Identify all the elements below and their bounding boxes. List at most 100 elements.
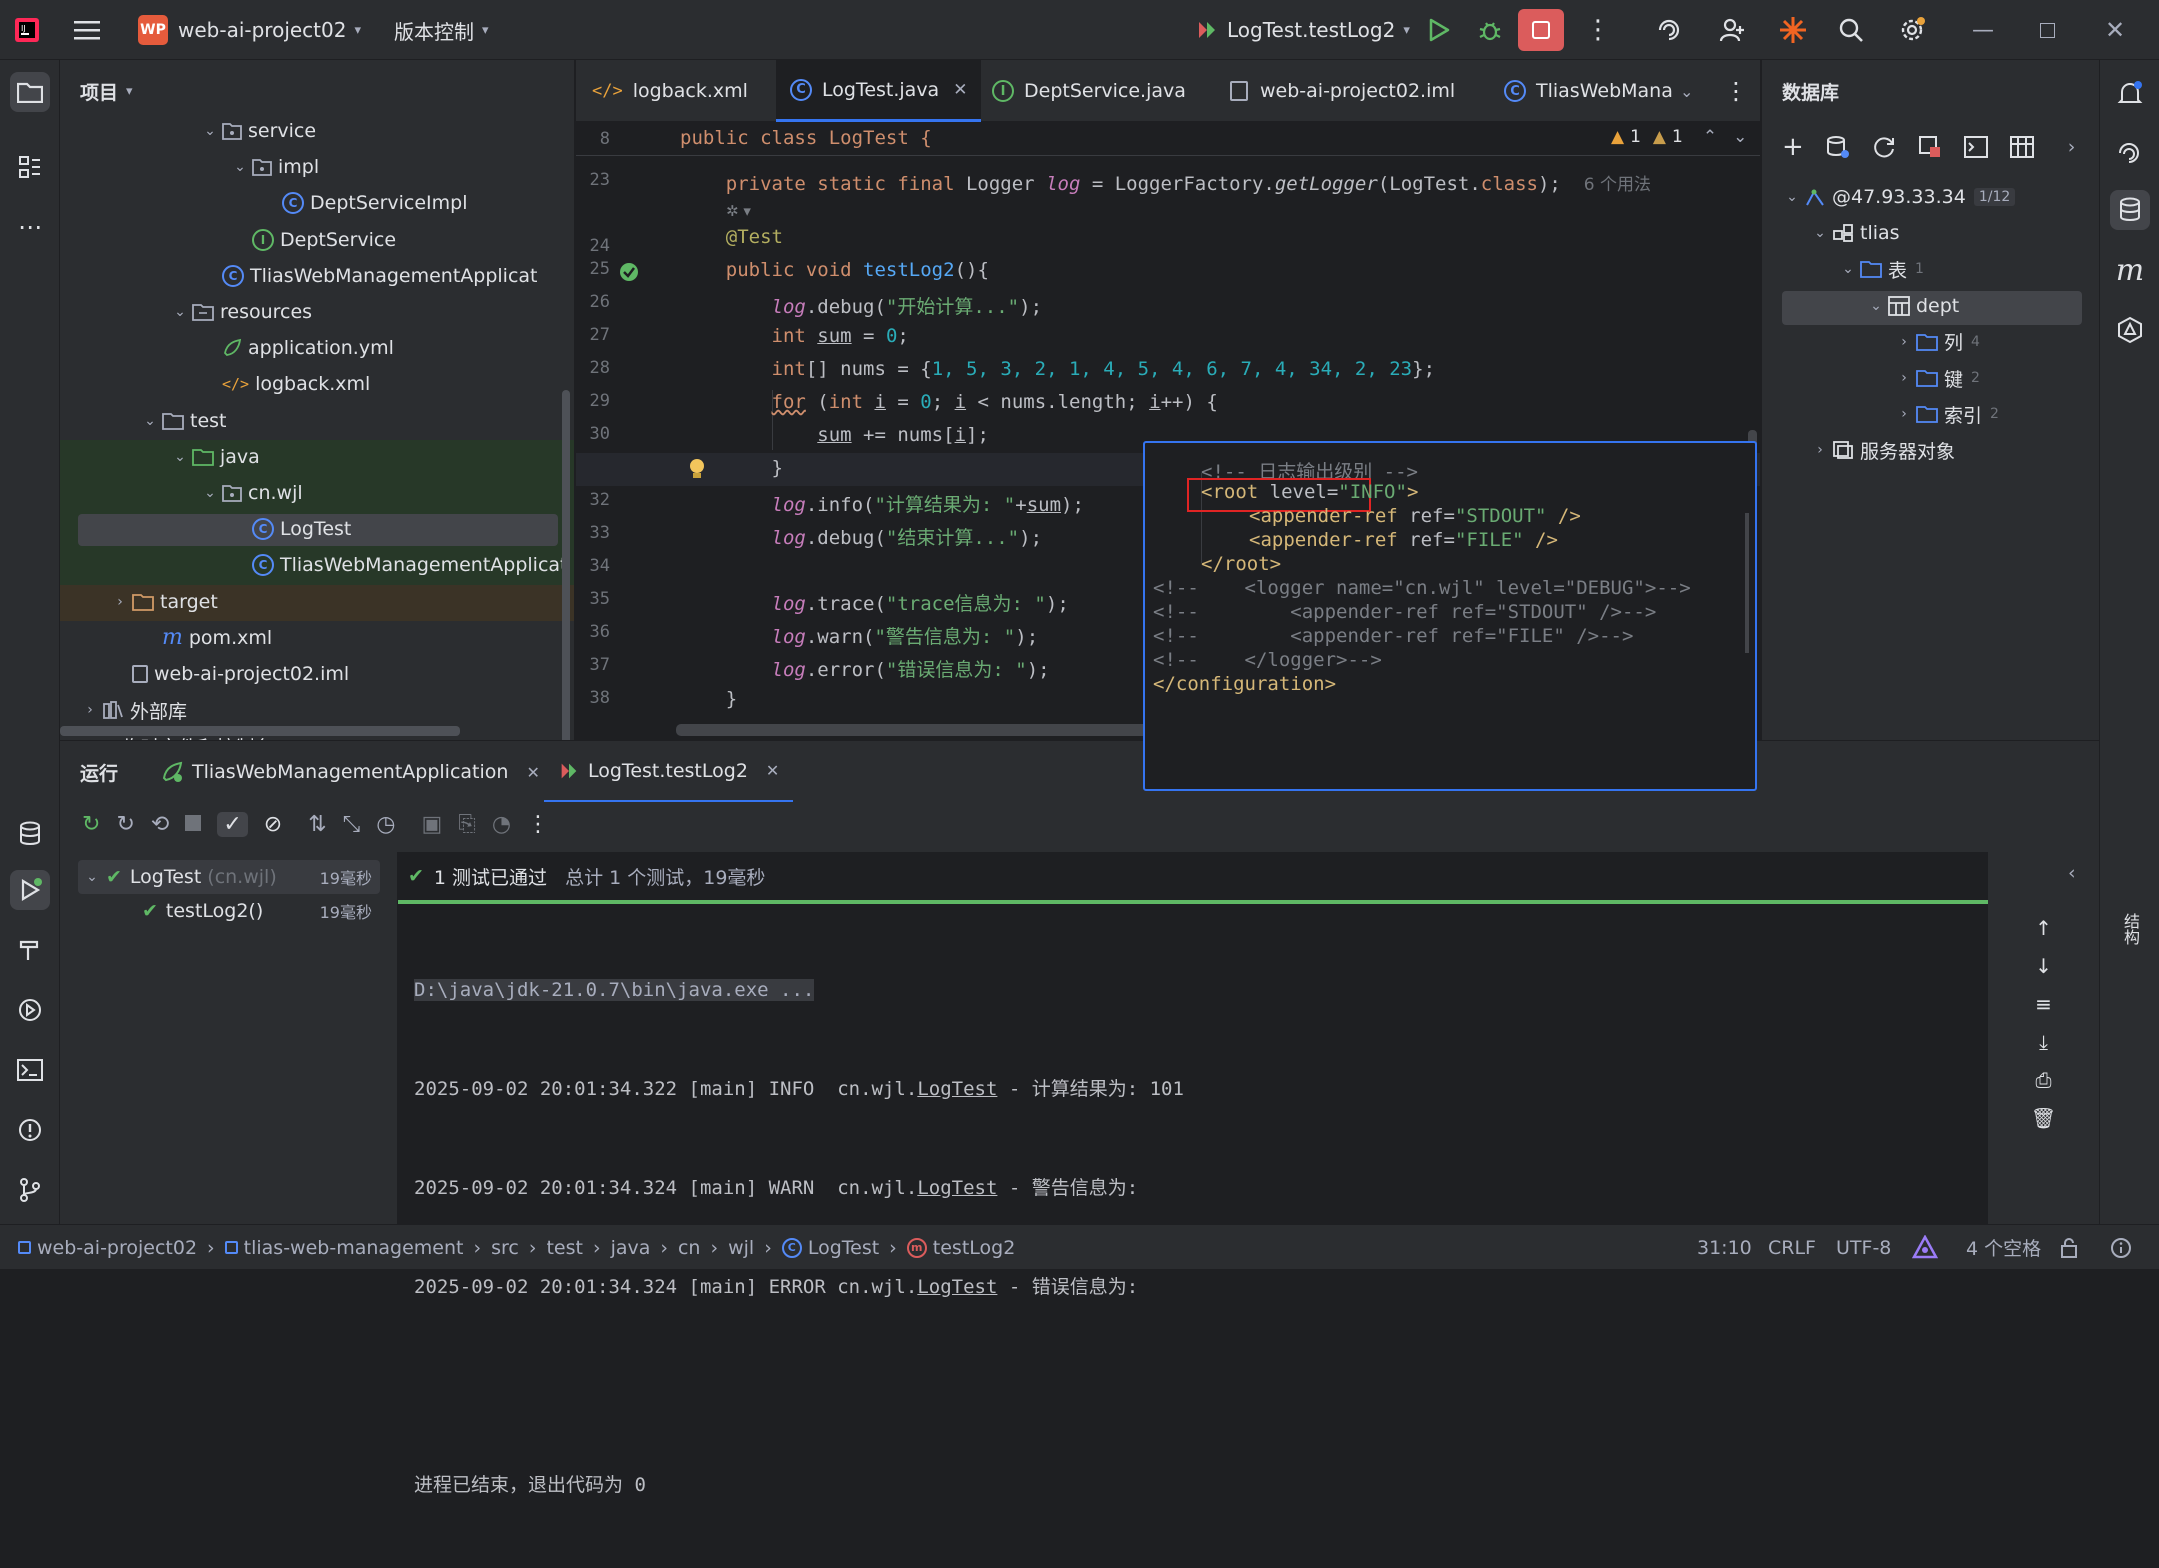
toggle-auto-test-icon[interactable]: ⟲ — [151, 812, 169, 837]
chevron-right-icon[interactable]: › — [80, 702, 100, 718]
chevron-down-icon[interactable]: ⌄ — [1866, 298, 1886, 314]
info-circle-icon[interactable] — [2110, 1225, 2132, 1270]
tab-iml-file[interactable]: web-ai-project02.iml — [1230, 60, 1455, 122]
breadcrumb-item[interactable]: wjl — [728, 1237, 754, 1259]
minimize-window-icon[interactable]: — — [1972, 0, 1994, 60]
query-console-icon[interactable] — [1963, 136, 1988, 158]
structure-tool-icon[interactable] — [10, 147, 50, 187]
caret-position[interactable]: 31:10 — [1697, 1225, 1752, 1270]
chevron-down-icon[interactable]: ⌄ — [200, 123, 220, 139]
db-tree-item[interactable]: ⌄ 表 1 — [1838, 252, 1924, 286]
project-tree-item[interactable]: ⌄ service — [200, 122, 316, 148]
indent-setting[interactable]: 4 个空格 — [1966, 1225, 2041, 1270]
scroll-up-icon[interactable]: ↑ — [2035, 916, 2052, 940]
notifications-bell-icon[interactable] — [2110, 74, 2150, 114]
lightbulb-icon[interactable] — [688, 458, 706, 487]
tab-more-icon[interactable]: ⋮ — [1724, 60, 1748, 122]
db-tree-item[interactable]: ⌄ @47.93.33.34 1/12 — [1782, 180, 2016, 214]
more-tools-icon[interactable]: ⋯ — [10, 207, 50, 247]
line-separator[interactable]: CRLF — [1768, 1225, 1816, 1270]
breadcrumb-item[interactable]: tlias-web-management — [244, 1237, 464, 1259]
ai-status-icon[interactable] — [1912, 1225, 1938, 1270]
print-icon[interactable]: ⎙ — [2036, 1068, 2052, 1092]
breadcrumb-item[interactable]: java — [611, 1237, 651, 1259]
chevron-down-icon[interactable]: ⌄ — [1838, 261, 1858, 277]
sort-duration-icon[interactable]: ⤡ — [343, 812, 361, 837]
datasource-properties-icon[interactable] — [1826, 135, 1850, 159]
inspection-widget[interactable]: ▲ 1 ▲ 1 ⌃ ⌄ — [1611, 127, 1747, 147]
tab-list-chevron-icon[interactable]: ⌄ — [1680, 60, 1693, 122]
sort-alpha-icon[interactable]: ⇅ — [308, 812, 326, 837]
terminal-tool-icon[interactable] — [10, 1050, 50, 1090]
chevron-down-icon[interactable]: ⌄ — [1733, 127, 1747, 147]
breadcrumb-item[interactable]: web-ai-project02 — [37, 1237, 197, 1259]
chevron-right-icon[interactable]: › — [1810, 442, 1830, 458]
stop-icon[interactable] — [185, 812, 202, 837]
scroll-to-end-icon[interactable]: ⤓ — [2039, 1030, 2048, 1054]
soft-wrap-icon[interactable]: ≡ — [2035, 992, 2052, 1016]
maximize-window-icon[interactable] — [2040, 0, 2055, 60]
vcs-menu[interactable]: 版本控制 ▾ — [394, 0, 489, 60]
file-encoding[interactable]: UTF-8 — [1836, 1225, 1891, 1270]
plugin-sun-icon[interactable] — [1778, 0, 1808, 60]
close-tab-icon[interactable]: ✕ — [526, 763, 539, 782]
chevron-down-icon[interactable]: ⌄ — [140, 413, 160, 429]
more-actions-icon[interactable]: ⋮ — [527, 812, 549, 837]
chevron-right-icon[interactable]: › — [1894, 406, 1914, 422]
test-row-testlog2[interactable]: ✔ testLog2() 19毫秒 — [82, 894, 378, 928]
debug-button[interactable] — [1477, 0, 1503, 60]
code-with-me-icon[interactable] — [1718, 0, 1746, 60]
project-tree-scrollbar[interactable] — [562, 390, 570, 750]
project-switcher[interactable]: WP web-ai-project02 ▾ — [138, 0, 361, 60]
rerun-failed-icon[interactable]: ↻ — [116, 812, 134, 837]
breadcrumb-item[interactable]: testLog2 — [933, 1237, 1016, 1259]
rerun-icon[interactable]: ↻ — [82, 812, 100, 837]
chevron-down-icon[interactable]: ⌄ — [170, 304, 190, 320]
project-tree-item[interactable]: C TliasWebManagementApplicat — [230, 548, 568, 582]
chevron-down-icon[interactable]: ⌄ — [230, 159, 250, 175]
app-logo[interactable]: IJ — [14, 0, 40, 60]
chevron-down-icon[interactable]: ⌄ — [1782, 189, 1802, 205]
more-actions-icon[interactable]: ⋮ — [1585, 0, 1611, 60]
chevron-down-icon[interactable]: ⌄ — [1810, 225, 1830, 241]
project-tree-item[interactable]: ⌄ cn.wjl — [200, 476, 303, 510]
run-tab-logtest[interactable]: LogTest.testLog2 ✕ — [544, 741, 794, 803]
main-menu-icon[interactable] — [74, 0, 100, 60]
project-tree-item[interactable]: </> logback.xml — [200, 367, 370, 401]
breadcrumb-item[interactable]: cn — [678, 1237, 701, 1259]
project-tree-item[interactable]: ⌄ test — [140, 404, 226, 438]
chevron-right-icon[interactable]: › — [110, 594, 130, 610]
db-tree-item[interactable]: › 服务器对象 — [1810, 433, 1955, 467]
database-panel-icon[interactable] — [2110, 190, 2150, 230]
project-tree-item[interactable]: ⌄ impl — [230, 150, 319, 184]
db-tree-item[interactable]: ⌄ dept — [1866, 289, 1959, 323]
ai-assistant-icon[interactable] — [1656, 0, 1682, 60]
breadcrumb-item[interactable]: src — [491, 1237, 519, 1259]
project-tree-item[interactable]: › target — [110, 585, 218, 619]
show-passed-icon[interactable]: ✓ — [217, 812, 248, 837]
tab-tliaswebmana[interactable]: C TliasWebMana — [1504, 60, 1684, 122]
project-tree-item[interactable]: C LogTest — [230, 512, 351, 546]
scroll-down-icon[interactable]: ↓ — [2035, 954, 2052, 978]
tab-logback-xml[interactable]: </> logback.xml — [592, 60, 748, 122]
project-tree-item[interactable]: application.yml — [200, 331, 394, 365]
project-tree-hscrollbar[interactable] — [60, 726, 460, 736]
popup-scrollbar[interactable] — [1745, 513, 1749, 653]
chevron-down-icon[interactable]: ⌄ — [200, 485, 220, 501]
project-tree-item[interactable]: C TliasWebManagementApplicat — [200, 259, 538, 293]
chevron-up-icon[interactable]: ⌃ — [1703, 127, 1717, 147]
close-window-icon[interactable]: ✕ — [2105, 0, 2125, 60]
coverage-icon[interactable]: ◔ — [492, 812, 511, 837]
chevron-right-icon[interactable]: › — [1894, 370, 1914, 386]
project-tree-item[interactable]: C DeptServiceImpl — [260, 186, 468, 220]
add-datasource-icon[interactable]: + — [1782, 132, 1804, 162]
run-button[interactable] — [1428, 0, 1450, 60]
import-icon[interactable]: ⎘ — [458, 812, 476, 837]
history-clock-icon[interactable]: ◷ — [376, 812, 395, 837]
show-ignored-icon[interactable]: ⊘ — [264, 812, 282, 837]
tab-logtest-java[interactable]: C LogTest.java ✕ — [776, 60, 982, 122]
project-tree-item[interactable]: ⌄ java — [170, 440, 260, 474]
usages-hint[interactable]: 6 个用法 — [1584, 175, 1651, 195]
plugin-helm-icon[interactable] — [2110, 310, 2150, 350]
project-tree-item[interactable]: m pom.xml — [140, 621, 272, 655]
